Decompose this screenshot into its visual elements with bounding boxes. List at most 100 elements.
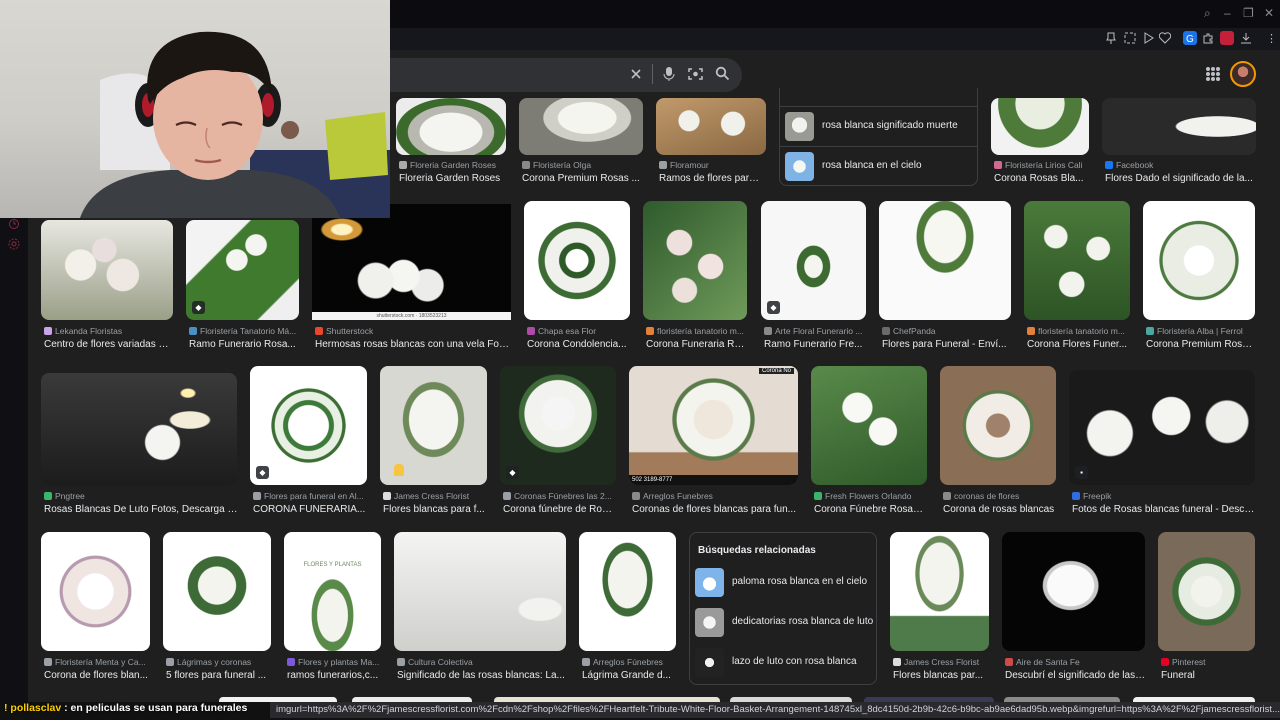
result-thumbnail[interactable] [41,373,237,485]
result-thumbnail[interactable]: ◆ [186,220,299,320]
result-title[interactable]: Coronas de flores blancas para fun... [632,504,797,515]
result-source[interactable]: Aire de Santa Fe [1005,657,1146,667]
related-search-label[interactable]: rosa blanca en el cielo [822,160,922,171]
result-source[interactable]: floristería tanatorio m... [1027,326,1131,336]
result-thumbnail[interactable] [163,532,271,651]
result-thumbnail[interactable]: FLORES Y PLANTAS [284,532,381,651]
image-result[interactable]: Pngtree Rosas Blancas De Luto Fotos, Des… [41,373,238,518]
result-thumbnail[interactable] [1158,532,1255,651]
image-result[interactable]: floristería tanatorio m... Corona Funera… [643,201,748,353]
result-thumbnail[interactable] [643,201,747,320]
image-result[interactable]: James Cress Florist Flores blancas para … [380,366,487,518]
minimize-icon[interactable]: – [1224,6,1231,20]
related-search-item[interactable]: lazo de luto con rosa blanca [690,643,876,683]
result-source[interactable]: Pngtree [44,491,238,501]
related-search-item[interactable]: rosa blanca significado muerte [780,106,977,146]
result-title[interactable]: Corona de rosas blancas [943,504,1057,515]
result-title[interactable]: Corona de flores blan... [44,670,149,681]
result-title[interactable]: Significado de las rosas blancas: La... [397,670,565,681]
result-thumbnail[interactable] [41,532,150,651]
result-source[interactable]: Pinterest [1161,657,1256,667]
image-result[interactable]: ◆ Arte Floral Funerario ... Ramo Funerar… [761,201,866,353]
image-result[interactable]: ChefPanda Flores para Funeral - Enví... [879,201,1011,353]
result-source[interactable]: Floristería Tanatorio Má... [189,326,300,336]
result-source[interactable]: James Cress Florist [383,491,488,501]
close-window-icon[interactable]: ✕ [1264,6,1274,20]
result-source[interactable]: Flores y plantas Ma... [287,657,382,667]
image-result[interactable]: Lágrimas y coronas 5 flores para funeral… [163,532,271,684]
result-title[interactable]: ramos funerarios,c... [287,670,380,681]
image-result[interactable]: Floreria Garden Roses Floreria Garden Ro… [396,98,506,188]
maximize-icon[interactable]: ❐ [1243,6,1254,20]
result-source[interactable]: Arte Floral Funerario ... [764,326,867,336]
search-box[interactable] [362,58,742,92]
image-result[interactable]: Pinterest Funeral [1158,532,1255,684]
related-search-label[interactable]: lazo de luto con rosa blanca [732,656,857,667]
image-result[interactable]: shutterstock.com · 1803523213 Shuttersto… [312,204,511,353]
image-result[interactable]: Facebook Flores Dado el significado de l… [1102,98,1256,188]
result-thumbnail[interactable] [524,201,630,320]
result-source[interactable]: Lekanda Floristas [44,326,172,336]
result-source[interactable]: Floristería Alba | Ferrol [1146,326,1256,336]
google-apps-icon[interactable] [1206,67,1220,81]
result-source[interactable]: coronas de flores [943,491,1057,501]
result-title[interactable]: 5 flores para funeral ... [166,670,270,681]
related-search-item[interactable]: dedicatorias rosa blanca de luto [690,603,876,643]
result-thumbnail[interactable] [519,98,643,155]
profile-extension-icon[interactable] [1220,31,1234,45]
image-result[interactable]: Floristería Lirios Cali Corona Rosas Bla… [991,98,1089,188]
image-result[interactable]: Cultura Colectiva Significado de las ros… [394,532,566,684]
result-source[interactable]: Coronas Fúnebres las 2... [503,491,617,501]
result-title[interactable]: Corona Condolencia... [527,339,631,350]
result-source[interactable]: Freepik [1072,491,1256,501]
related-search-label[interactable]: dedicatorias rosa blanca de luto [732,616,873,627]
result-title[interactable]: Corona Rosas Bla... [994,173,1090,184]
search-icon[interactable] [715,66,730,81]
account-avatar[interactable] [1230,61,1256,87]
result-source[interactable]: Floristería Lirios Cali [994,160,1090,170]
result-thumbnail[interactable] [1024,201,1130,320]
related-search-item[interactable]: rosa blanca en el cielo [780,146,977,186]
result-thumbnail[interactable] [41,220,173,320]
image-result[interactable]: FLORES Y PLANTAS Flores y plantas Ma... … [284,532,381,684]
result-title[interactable]: Corona Fúnebre Rosas... [814,504,926,515]
browser-search-icon[interactable]: ⌕ [1204,6,1211,21]
result-source[interactable]: Cultura Colectiva [397,657,567,667]
result-title[interactable]: Centro de flores variadas b... [44,339,172,350]
result-title[interactable]: Descubrí el significado de las ... [1005,670,1146,681]
result-thumbnail[interactable] [1002,532,1145,651]
result-title[interactable]: Corona Funeraria Ro... [646,339,748,350]
result-source[interactable]: Chapa esa Flor [527,326,631,336]
result-thumbnail[interactable] [394,532,566,651]
image-result[interactable]: floristería tanatorio m... Corona Flores… [1024,201,1130,353]
image-result[interactable]: Floristería Alba | Ferrol Corona Premium… [1143,201,1256,353]
image-result[interactable]: Chapa esa Flor Corona Condolencia... [524,201,630,353]
result-source[interactable]: floristería tanatorio m... [646,326,748,336]
image-result[interactable]: Aire de Santa Fe Descubrí el significado… [1002,532,1146,684]
result-thumbnail[interactable] [811,366,927,485]
result-thumbnail[interactable] [890,532,989,651]
result-source[interactable]: Fresh Flowers Orlando [814,491,928,501]
result-title[interactable]: Fotos de Rosas blancas funeral - Desca..… [1072,504,1256,515]
result-source[interactable]: Flores para funeral en Al... [253,491,368,501]
image-result[interactable]: James Cress Florist Flores blancas par..… [890,532,989,684]
result-thumbnail[interactable] [1102,98,1256,155]
image-result[interactable]: coronas de flores Corona de rosas blanca… [940,366,1056,518]
image-result[interactable]: ▪ Freepik Fotos de Rosas blancas funeral… [1069,370,1256,518]
snapshot-icon[interactable] [1124,32,1136,44]
result-source[interactable]: Facebook [1105,160,1255,170]
sidebar-settings-icon[interactable] [8,238,20,250]
image-result[interactable]: Lekanda Floristas Centro de flores varia… [41,220,173,353]
result-thumbnail[interactable] [991,98,1089,155]
extensions-icon[interactable] [1202,32,1214,44]
result-thumbnail[interactable] [579,532,676,651]
result-source[interactable]: James Cress Florist [893,657,990,667]
result-source[interactable]: ChefPanda [882,326,1012,336]
result-title[interactable]: Corona Premium Rosas ... [522,173,640,184]
sidebar-history-icon[interactable] [8,218,20,230]
heart-icon[interactable] [1159,32,1171,44]
result-source[interactable]: Lágrimas y coronas [166,657,272,667]
result-title[interactable]: Corona Premium Rosa... [1146,339,1256,350]
result-thumbnail[interactable]: ◆ [761,201,866,320]
result-thumbnail[interactable] [940,366,1056,485]
